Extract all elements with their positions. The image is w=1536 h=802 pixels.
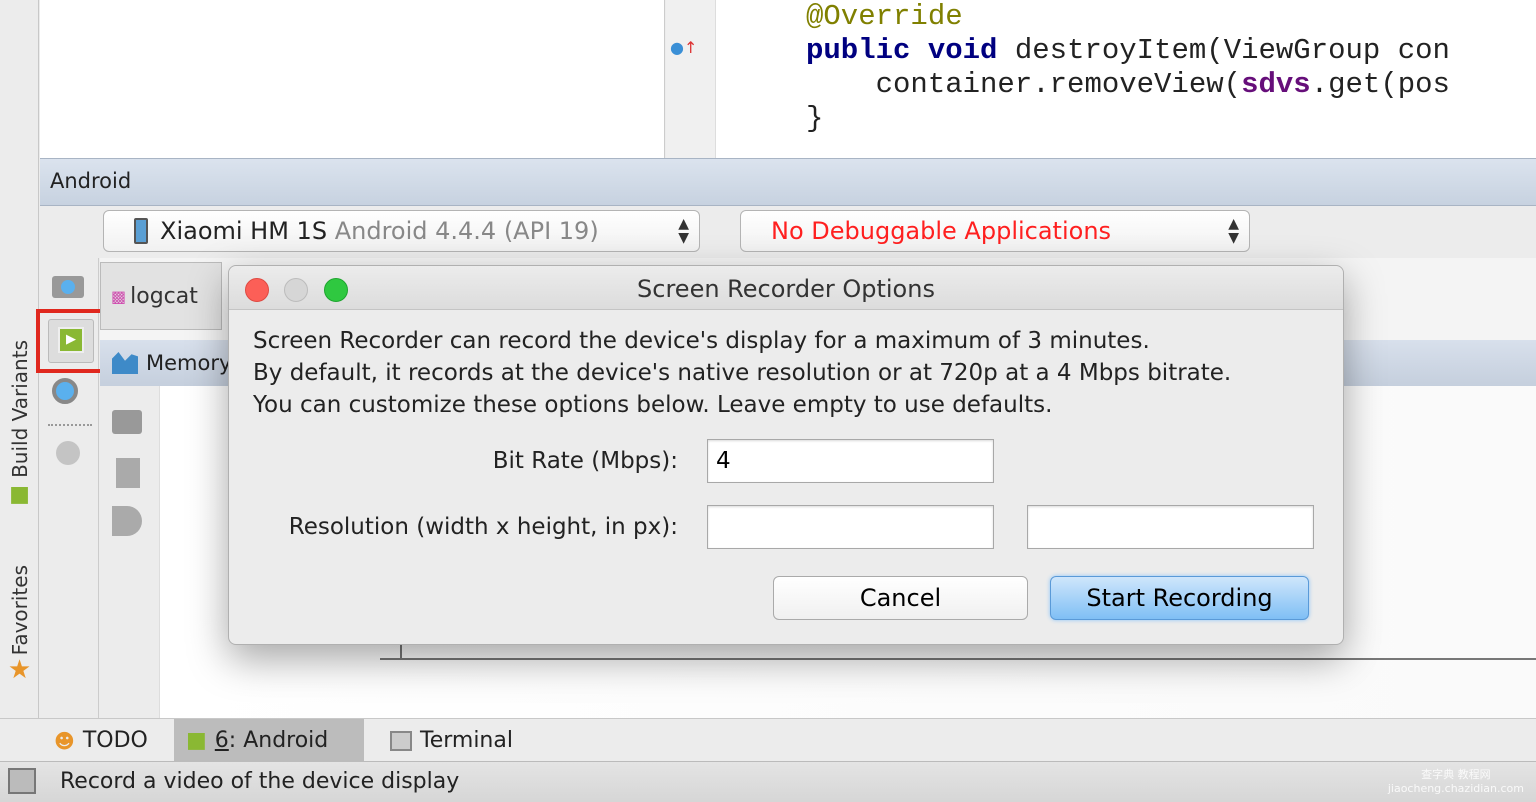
override-marker-icon: ●↑: [670, 38, 698, 57]
device-os: Android 4.4.4 (API 19): [334, 217, 599, 245]
bottom-tool-tabs: ☻ TODO ■ 6: Android Terminal: [0, 718, 1536, 762]
build-variants-label: Build Variants: [7, 340, 32, 478]
updown-arrow-icon: ▲ ▼: [678, 216, 689, 246]
description-line: You can customize these options below. L…: [253, 392, 1053, 418]
todo-icon: ☻: [54, 728, 75, 753]
allocation-tracker-icon[interactable]: [112, 506, 142, 536]
gc-truck-icon[interactable]: [112, 410, 142, 434]
favorites-label: Favorites: [7, 565, 32, 656]
code-line: }: [806, 102, 1536, 136]
start-recording-button[interactable]: Start Recording: [1050, 576, 1309, 620]
code-line: public void destroyItem(ViewGroup con: [806, 34, 1536, 68]
dump-view-hierarchy-icon[interactable]: [52, 378, 78, 404]
code-token: @Override: [806, 0, 963, 33]
app-select[interactable]: No Debuggable Applications ▲ ▼: [740, 210, 1250, 252]
editor-gutter: ●↑: [666, 0, 716, 158]
android-icon: ■: [9, 481, 30, 507]
tab-memory-label: Memory: [146, 351, 232, 375]
screen-recorder-dialog: Screen Recorder Options Screen Recorder …: [228, 265, 1344, 645]
memory-tools-column: [100, 386, 160, 718]
status-text: Record a video of the device display: [60, 769, 460, 794]
build-variants-tab[interactable]: Build Variants ■: [0, 340, 39, 507]
device-select[interactable]: Xiaomi HM 1S Android 4.4.4 (API 19) ▲ ▼: [103, 210, 700, 252]
code-line: @Override: [806, 0, 1536, 34]
tab-logcat-label: logcat: [130, 283, 198, 309]
code-token: destroyItem(ViewGroup con: [997, 34, 1450, 67]
favorites-tab[interactable]: Favorites ★: [0, 565, 39, 685]
stop-process-icon[interactable]: [56, 441, 80, 465]
tab-logcat[interactable]: ▩ logcat: [100, 262, 222, 330]
android-icon: ■: [186, 728, 207, 753]
screen-record-button[interactable]: ▶: [36, 309, 110, 373]
updown-arrow-icon: ▲ ▼: [1228, 216, 1239, 246]
tab-android-mnemonic: 6: [214, 728, 229, 753]
bitrate-input[interactable]: [707, 439, 994, 483]
code-editor[interactable]: @Override public void destroyItem(ViewGro…: [716, 0, 1536, 158]
dialog-title: Screen Recorder Options: [637, 275, 935, 303]
logcat-icon: ▩: [111, 286, 127, 306]
watermark: 查字典 教程网 jiaocheng.chazidian.com: [1387, 768, 1524, 795]
code-token: }: [806, 102, 824, 135]
code-token: public: [806, 34, 911, 67]
bitrate-label: Bit Rate (Mbps):: [492, 448, 678, 474]
phone-icon: [134, 218, 148, 244]
resolution-label: Resolution (width x height, in px):: [288, 514, 678, 540]
code-token: container.removeView(: [806, 68, 1242, 101]
memory-chart-icon: [112, 352, 138, 374]
tab-todo-label: TODO: [82, 728, 148, 753]
terminal-icon: [390, 730, 412, 751]
dialog-titlebar: Screen Recorder Options: [229, 266, 1343, 310]
description-line: By default, it records at the device's n…: [253, 360, 1232, 386]
code-token: void: [927, 34, 998, 67]
play-icon: ▶: [58, 327, 84, 353]
device-name: Xiaomi HM 1S: [160, 217, 328, 245]
chart-axis-tick: [400, 644, 402, 660]
zoom-button[interactable]: [324, 278, 348, 302]
dump-heap-icon[interactable]: [116, 458, 140, 488]
close-button[interactable]: [245, 278, 269, 302]
editor-left-pane: [40, 0, 665, 158]
tab-android-label: 6: Android: [215, 728, 328, 753]
code-line: container.removeView(sdvs.get(pos: [806, 68, 1536, 102]
code-token: sdvs: [1241, 68, 1311, 101]
device-row: Xiaomi HM 1S Android 4.4.4 (API 19) ▲ ▼ N…: [40, 206, 1536, 258]
minimize-button[interactable]: [284, 278, 308, 302]
star-icon: ★: [7, 655, 32, 686]
status-bar: Record a video of the device display 查字典…: [0, 762, 1536, 802]
tab-android-text: : Android: [228, 728, 329, 753]
device-tools-column: ▶: [36, 258, 110, 718]
left-tool-strip: Build Variants ■ Favorites ★: [0, 0, 39, 718]
toggle-tool-windows-icon[interactable]: [8, 768, 36, 794]
screenshot-camera-icon[interactable]: [52, 276, 84, 298]
description-line: Screen Recorder can record the device's …: [253, 328, 1150, 354]
tab-android[interactable]: ■ 6: Android: [174, 719, 364, 762]
code-token: .get(pos: [1310, 68, 1450, 101]
resolution-height-input[interactable]: [1027, 505, 1314, 549]
tab-terminal[interactable]: Terminal: [378, 719, 525, 762]
resolution-width-input[interactable]: [707, 505, 994, 549]
android-panel-header: Android: [40, 158, 1536, 206]
tab-terminal-label: Terminal: [420, 728, 513, 753]
cancel-button[interactable]: Cancel: [773, 576, 1028, 620]
separator: [48, 424, 92, 426]
app-select-value: No Debuggable Applications: [771, 217, 1112, 245]
tab-todo[interactable]: ☻ TODO: [42, 719, 160, 762]
panel-title: Android: [50, 169, 132, 193]
chart-axis: [380, 658, 1536, 660]
